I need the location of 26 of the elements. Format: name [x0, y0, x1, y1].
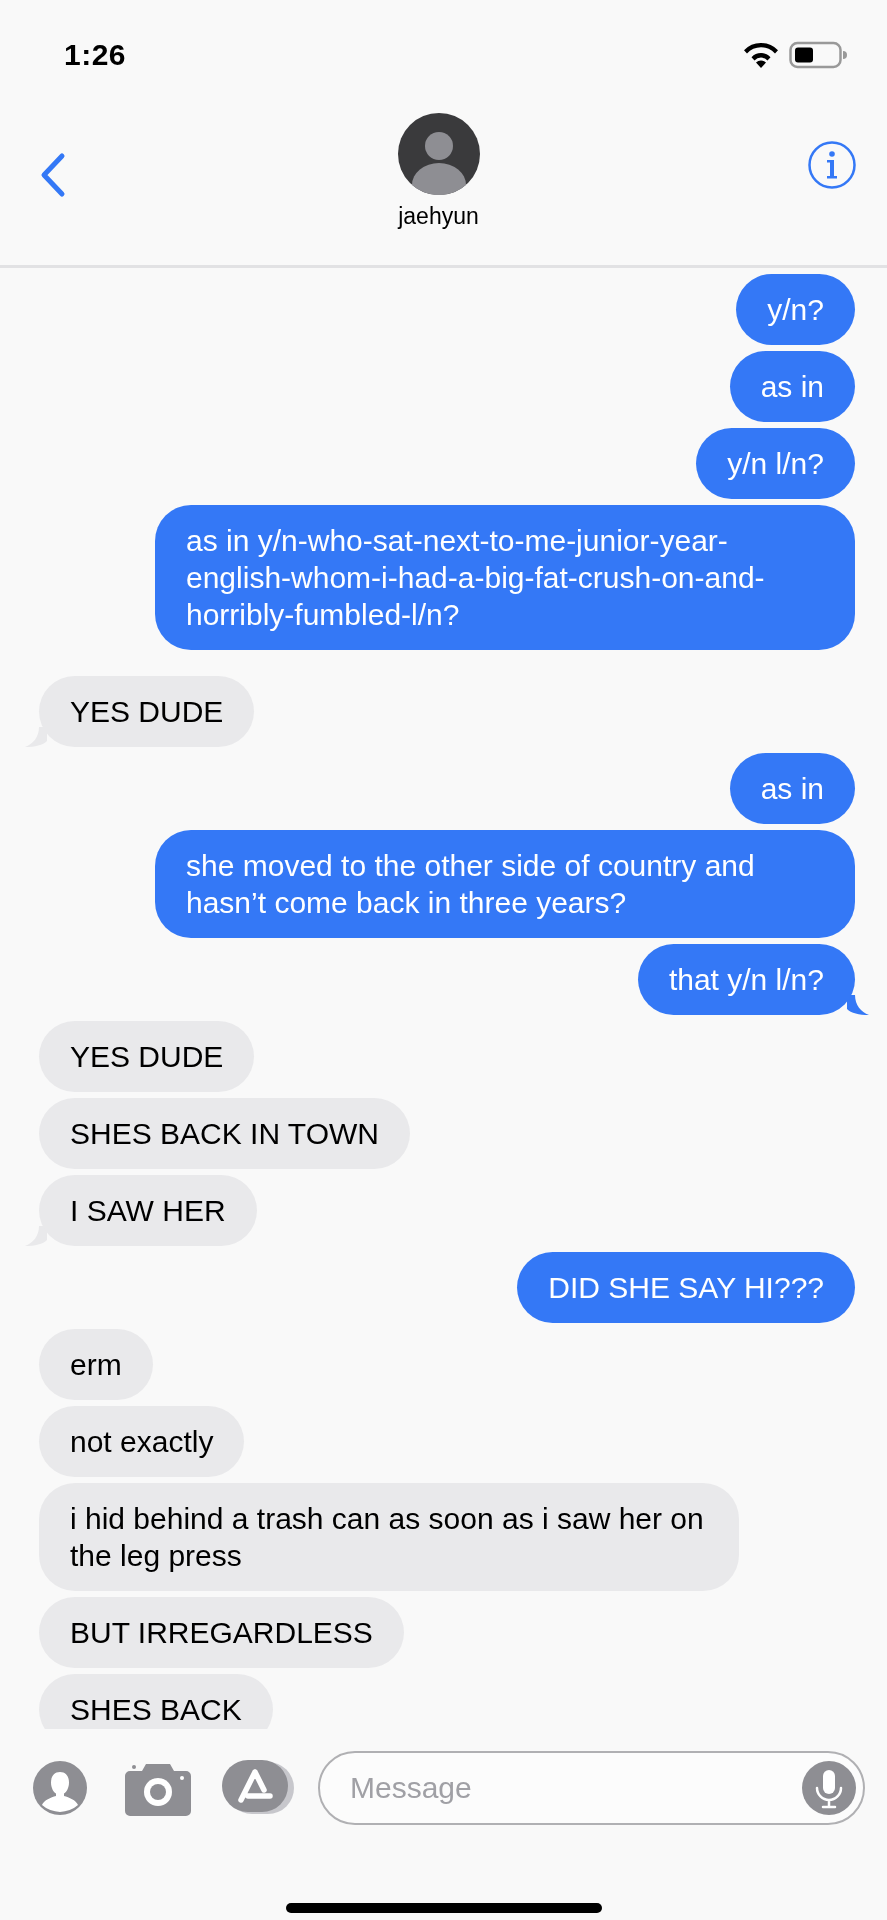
contact-icon[interactable] — [32, 1760, 88, 1816]
sent-message: as in — [729, 753, 855, 824]
clock-time: 1:26 — [64, 38, 127, 72]
app-store-icon[interactable] — [222, 1760, 294, 1816]
sent-message: she moved to the other side of country and hasn’t come back in three years? — [155, 830, 855, 938]
received-message: BUT IRREGARDLESS — [39, 1597, 404, 1668]
received-message: I SAW HER — [39, 1175, 257, 1246]
avatar[interactable] — [397, 113, 480, 195]
wifi-icon — [743, 41, 779, 69]
contact-name: jaehyun — [398, 203, 479, 230]
message-field[interactable]: Message — [318, 1751, 865, 1825]
received-message: i hid behind a trash can as soon as i saw her on the leg press — [39, 1483, 739, 1591]
sent-message: as in — [729, 351, 855, 422]
received-message: not exactly — [39, 1406, 245, 1477]
microphone-icon[interactable] — [801, 1760, 857, 1816]
battery-icon — [789, 41, 847, 69]
received-message: erm — [39, 1329, 153, 1400]
received-message: YES DUDE — [39, 676, 255, 747]
sent-message: y/n? — [736, 274, 855, 345]
received-message: SHES BACK IN TOWN — [39, 1098, 410, 1169]
sent-message: DID SHE SAY HI??? — [517, 1252, 855, 1323]
sent-message: that y/n l/n? — [637, 944, 855, 1015]
sent-message: y/n l/n? — [696, 428, 855, 499]
received-message: SHES BACK — [39, 1674, 273, 1729]
received-message: YES DUDE — [39, 1021, 255, 1092]
sent-message: as in y/n-who-sat-next-to-me-junior-year-english-whom-i-had-a-big-fat-crush-on-and-horribly-fumbled-l/n? — [155, 505, 855, 650]
